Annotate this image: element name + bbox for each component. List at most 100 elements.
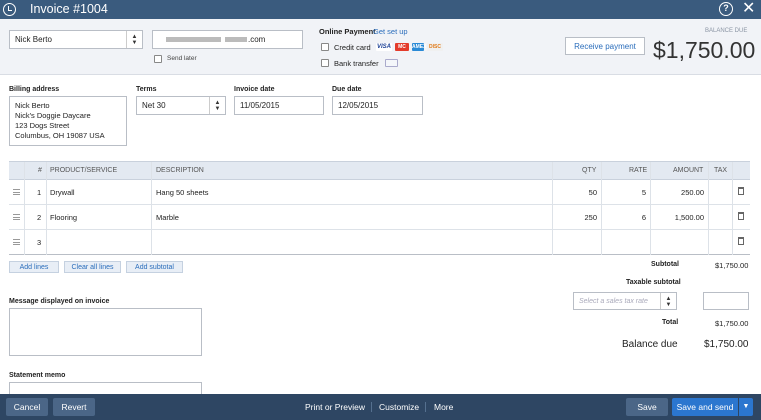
billing-line: 123 Dogs Street <box>15 121 70 130</box>
row-rate[interactable]: 6 <box>609 205 646 230</box>
table-row[interactable]: 3 <box>9 230 750 255</box>
balance-due-amount: $1,750.00 <box>653 37 756 63</box>
col-description: DESCRIPTION <box>156 167 204 174</box>
invoice-header-panel: Nick Berto ▲ ▼ .com Send later Online Pay… <box>0 19 761 75</box>
email-field[interactable]: .com <box>152 30 303 49</box>
send-later-label: Send later <box>167 55 197 62</box>
invoice-date-label: Invoice date <box>234 86 275 93</box>
table-row[interactable]: 2 Flooring Marble 250 6 1,500.00 <box>9 205 750 230</box>
terms-label: Terms <box>136 86 157 93</box>
row-rate[interactable]: 5 <box>609 180 646 205</box>
table-header: # PRODUCT/SERVICE DESCRIPTION QTY RATE A… <box>9 162 750 180</box>
visa-icon: VISA <box>376 43 392 51</box>
page-title: Invoice #1004 <box>30 2 108 16</box>
invoice-date-field[interactable]: 11/05/2015 <box>234 96 324 115</box>
chevron-updown-icon: ▲ ▼ <box>209 97 225 114</box>
receive-payment-button[interactable]: Receive payment <box>565 37 645 55</box>
subtotal-value: $1,750.00 <box>715 261 749 270</box>
col-rate: RATE <box>629 167 648 174</box>
row-num: 2 <box>37 213 42 222</box>
due-date-field[interactable]: 12/05/2015 <box>332 96 423 115</box>
chevron-updown-icon: ▲ ▼ <box>660 293 676 309</box>
col-amount: AMOUNT <box>673 167 704 174</box>
discover-icon: DISC <box>427 43 443 51</box>
save-button[interactable]: Save <box>626 398 668 416</box>
col-tax: TAX <box>714 167 728 174</box>
billing-address-label: Billing address <box>9 86 60 93</box>
row-qty[interactable]: 50 <box>569 180 597 205</box>
due-date-label: Due date <box>332 86 362 93</box>
sales-tax-rate-select[interactable]: Select a sales tax rate ▲ ▼ <box>573 292 677 310</box>
get-set-up-link[interactable]: Get set up <box>373 27 408 36</box>
footer-divider <box>371 402 372 412</box>
footer-bar: Cancel Revert Print or Preview Customize… <box>0 394 761 420</box>
billing-address-field[interactable]: Nick Berto Nick's Doggie Daycare 123 Dog… <box>9 96 127 146</box>
customer-name: Nick Berto <box>15 35 52 44</box>
drag-handle-icon[interactable] <box>13 214 20 220</box>
column-divider <box>732 162 733 255</box>
tax-amount-field[interactable] <box>703 292 749 310</box>
drag-handle-icon[interactable] <box>13 189 20 195</box>
row-amount[interactable]: 1,500.00 <box>659 205 704 230</box>
row-num: 3 <box>37 238 42 247</box>
taxable-subtotal-label: Taxable subtotal <box>626 279 681 286</box>
terms-select[interactable]: Net 30 ▲ ▼ <box>136 96 226 115</box>
row-description[interactable]: Hang 50 sheets <box>156 180 209 205</box>
trash-icon[interactable] <box>738 187 744 195</box>
more-button[interactable]: More <box>434 398 453 416</box>
column-divider <box>601 162 602 255</box>
send-later-checkbox[interactable] <box>154 55 162 63</box>
col-num: # <box>38 167 42 174</box>
bank-transfer-checkbox[interactable] <box>321 59 329 67</box>
column-divider <box>650 162 651 255</box>
billing-line: Nick Berto <box>15 101 50 110</box>
row-product[interactable]: Flooring <box>50 205 77 230</box>
column-divider <box>46 162 47 255</box>
title-bar: Invoice #1004 ? ✕ <box>0 0 761 19</box>
close-icon[interactable]: ✕ <box>742 0 755 18</box>
column-divider <box>708 162 709 255</box>
customer-select[interactable]: Nick Berto ▲ ▼ <box>9 30 143 49</box>
total-value: $1,750.00 <box>715 319 749 328</box>
column-divider <box>151 162 152 255</box>
clear-all-lines-button[interactable]: Clear all lines <box>64 261 121 273</box>
save-and-send-button[interactable]: Save and send <box>672 398 738 416</box>
total-label: Total <box>662 319 679 326</box>
footer-divider <box>425 402 426 412</box>
amex-icon: AMEX <box>412 43 427 51</box>
row-amount[interactable]: 250.00 <box>659 180 704 205</box>
col-product: PRODUCT/SERVICE <box>50 167 118 174</box>
balance-due-label: BALANCE DUE <box>705 28 748 34</box>
chevron-down-icon[interactable]: ▼ <box>739 398 753 416</box>
table-row[interactable]: 1 Drywall Hang 50 sheets 50 5 250.00 <box>9 180 750 205</box>
row-description[interactable]: Marble <box>156 205 179 230</box>
row-num: 1 <box>37 188 42 197</box>
email-blur-2 <box>225 37 247 43</box>
message-field[interactable] <box>9 308 202 356</box>
add-subtotal-button[interactable]: Add subtotal <box>126 261 183 273</box>
column-divider <box>24 162 25 255</box>
revert-button[interactable]: Revert <box>53 398 95 416</box>
credit-card-checkbox[interactable] <box>321 43 329 51</box>
help-icon[interactable]: ? <box>719 2 733 16</box>
cancel-button[interactable]: Cancel <box>6 398 48 416</box>
col-qty: QTY <box>582 167 597 174</box>
mastercard-icon: MC <box>395 43 409 51</box>
drag-handle-icon[interactable] <box>13 239 20 245</box>
balance-due-summary-label: Balance due <box>622 339 678 350</box>
customize-button[interactable]: Customize <box>379 398 419 416</box>
subtotal-label: Subtotal <box>651 261 679 268</box>
add-lines-button[interactable]: Add lines <box>9 261 59 273</box>
bank-icon <box>385 59 398 67</box>
trash-icon[interactable] <box>738 212 744 220</box>
history-icon[interactable] <box>3 3 16 16</box>
balance-due-summary-value: $1,750.00 <box>704 339 749 350</box>
statement-memo-field[interactable] <box>9 382 202 394</box>
row-product[interactable]: Drywall <box>50 180 75 205</box>
trash-icon[interactable] <box>738 237 744 245</box>
row-qty[interactable]: 250 <box>569 205 597 230</box>
line-items-table: # PRODUCT/SERVICE DESCRIPTION QTY RATE A… <box>9 161 750 255</box>
chevron-updown-icon: ▲ ▼ <box>126 31 142 48</box>
bank-transfer-label: Bank transfer <box>334 59 379 68</box>
print-preview-button[interactable]: Print or Preview <box>305 398 365 416</box>
